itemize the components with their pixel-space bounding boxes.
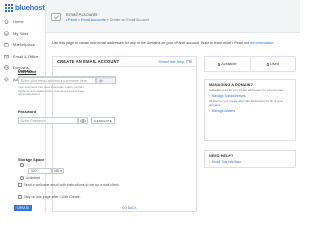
page-header: Email Accounts cPanel » Email Accounts »… xyxy=(46,0,300,33)
password-placeholder: Enter Password xyxy=(21,118,46,123)
managing-domain-title: MANAGING A DOMAIN? xyxy=(209,83,253,87)
home-icon xyxy=(4,19,9,24)
documentation-link[interactable]: documentation xyxy=(250,41,274,45)
brand-grid-icon xyxy=(5,3,13,12)
go-back-link[interactable]: GO BACK xyxy=(122,206,137,210)
breadcrumb-cpanel-link[interactable]: cPanel xyxy=(66,18,77,22)
sidebar-nav: Home My Sites Marketplace Email & Office… xyxy=(0,16,46,85)
storage-quota-value: 500 xyxy=(31,169,37,173)
go-back-label: GO BACK xyxy=(122,206,137,210)
intro-text: Use this page to create new email addres… xyxy=(52,41,296,45)
username-input[interactable]: Enter your email address's username here… xyxy=(18,77,96,84)
breadcrumb-current: Create an Email Account xyxy=(109,18,150,22)
need-help-title: NEED HELP? xyxy=(209,154,234,158)
sidebar-item-label: Home xyxy=(13,19,24,25)
sidebar-item-label: My Sites xyxy=(13,30,29,36)
storage-quota-input[interactable]: 500 xyxy=(28,168,52,174)
password-input[interactable]: Enter Password xyxy=(18,117,78,124)
subaddresses-description: Subaddresses let you create addresses fo… xyxy=(209,88,285,92)
form-header: CREATE AN EMAIL ACCOUNT Show/Hide Help xyxy=(53,57,196,67)
chevron-down-icon: ▾ xyxy=(60,169,62,173)
manage-subaddresses-link[interactable]: › Manage Subaddresses xyxy=(209,94,291,98)
storage-unit-value: MB xyxy=(54,169,60,173)
eye-icon xyxy=(80,118,86,123)
email-account-stats: 5 Available 0 Used xyxy=(204,56,296,72)
stay-on-page-option[interactable]: Stay on this page after I click Create. xyxy=(18,195,81,199)
used-count-label: Used xyxy=(270,62,279,66)
manage-aliases-label: Manage Aliases xyxy=(211,109,235,114)
manage-aliases-link[interactable]: › Manage Aliases xyxy=(209,109,291,113)
password-label: Password xyxy=(18,110,36,114)
sidebar-item-marketplace[interactable]: Marketplace xyxy=(0,39,46,51)
username-label: Username xyxy=(18,70,37,74)
sidebar-item-label: Email & Office xyxy=(13,53,39,59)
brand-name: bluehost xyxy=(15,3,45,12)
about-interface-link[interactable]: › About This Interface xyxy=(209,160,291,164)
toggle-switch-icon xyxy=(186,60,192,63)
send-welcome-email-label: Send a welcome email with instructions t… xyxy=(23,183,120,187)
brand-logo[interactable]: bluehost xyxy=(5,3,45,12)
arrow-right-icon: › xyxy=(209,109,211,114)
show-password-button[interactable] xyxy=(78,117,88,124)
intro-text-body: Use this page to create new email addres… xyxy=(52,41,250,45)
sidebar-item-label: Marketplace xyxy=(13,42,35,48)
storage-unlimited-label: Unlimited xyxy=(25,176,41,180)
need-help-panel: NEED HELP? › About This Interface xyxy=(204,150,296,168)
show-hide-help-toggle[interactable]: Show/Hide Help xyxy=(158,60,192,64)
breadcrumb: cPanel » Email Accounts » Create an Emai… xyxy=(66,18,149,22)
send-welcome-email-option[interactable]: Send a welcome email with instructions t… xyxy=(18,183,119,187)
generate-label: GENERATE xyxy=(94,118,112,123)
email-accounts-icon xyxy=(51,13,61,21)
sidebar: bluehost Home My Sites Marketplace Email… xyxy=(0,0,46,212)
available-count-value: 5 xyxy=(217,61,221,67)
form-title: CREATE AN EMAIL ACCOUNT xyxy=(57,59,120,64)
stay-on-page-label: Stay on this page after I click Create. xyxy=(23,195,81,199)
page-title: Email Accounts xyxy=(66,12,98,17)
globe-icon xyxy=(4,65,9,70)
send-welcome-email-checkbox[interactable] xyxy=(18,183,22,187)
arrow-right-icon: › xyxy=(209,159,211,164)
username-at-symbol: @ xyxy=(99,78,103,83)
storage-space-label: Storage Space xyxy=(18,158,45,162)
envelope-icon xyxy=(4,54,9,59)
storage-custom-option[interactable] xyxy=(20,163,24,167)
breadcrumb-email-accounts-link[interactable]: Email Accounts xyxy=(81,18,106,22)
used-count-value: 0 xyxy=(266,61,269,67)
sidebar-item-home[interactable]: Home xyxy=(0,16,46,28)
generate-password-button[interactable]: GENERATE xyxy=(91,117,115,124)
managing-domain-panel: MANAGING A DOMAIN? Subaddresses let you … xyxy=(204,79,296,141)
username-placeholder: Enter your email address's username here… xyxy=(21,78,88,83)
about-interface-label: About This Interface xyxy=(211,159,242,164)
bag-icon xyxy=(4,42,9,47)
create-button[interactable]: CREATE xyxy=(14,205,32,211)
show-hide-help-label: Show/Hide Help xyxy=(158,59,184,64)
sidebar-item-my-sites[interactable]: My Sites xyxy=(0,28,46,40)
storage-unit-select[interactable]: MB ▾ xyxy=(52,168,64,174)
storage-custom-radio[interactable] xyxy=(20,163,24,167)
arrow-right-icon: › xyxy=(209,94,211,99)
username-domain-suffix: @ xyxy=(96,77,116,84)
manage-subaddresses-label: Manage Subaddresses xyxy=(211,94,246,99)
available-count-label: Available xyxy=(221,62,237,66)
username-hint: Your username can have lowercase letters… xyxy=(18,85,85,97)
create-button-label: CREATE xyxy=(16,206,30,210)
gear-icon xyxy=(4,77,9,82)
stay-on-page-checkbox[interactable] xyxy=(18,195,22,199)
storage-unlimited-radio[interactable] xyxy=(20,176,24,180)
storage-unlimited-option[interactable]: Unlimited xyxy=(20,176,40,180)
sidebar-item-email-office[interactable]: Email & Office xyxy=(0,51,46,63)
aliases-description: Aliases let you create alternate address… xyxy=(209,99,283,108)
wordpress-icon xyxy=(4,31,9,36)
used-count: 0 Used xyxy=(249,57,296,71)
available-count: 5 Available xyxy=(205,57,250,71)
